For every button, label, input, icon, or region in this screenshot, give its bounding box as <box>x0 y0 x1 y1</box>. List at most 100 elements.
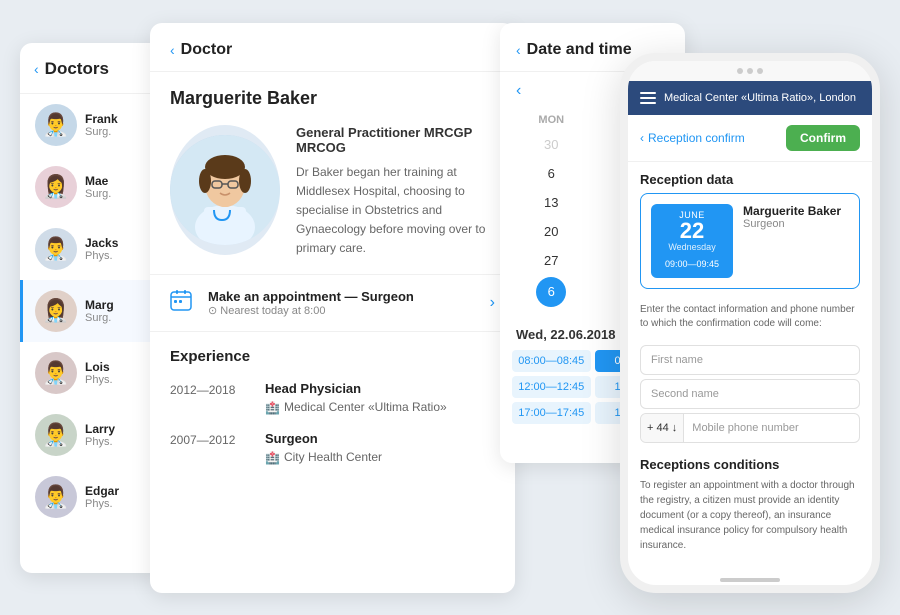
doctor-list-item[interactable]: 👩‍⚕️ Marg Surg. <box>20 280 165 342</box>
appointment-bar[interactable]: Make an appointment — Surgeon ⊙ Nearest … <box>150 274 515 332</box>
building-icon: 🏥 <box>265 451 280 465</box>
cal-cell[interactable]: 13 <box>512 190 591 215</box>
first-name-input[interactable]: First name <box>640 345 860 375</box>
doctor-list-item[interactable]: 👨‍⚕️ Larry Phys. <box>20 404 165 466</box>
doctor-list-item[interactable]: 👨‍⚕️ Frank Surg. <box>20 94 165 156</box>
confirm-button[interactable]: Confirm <box>786 125 860 151</box>
avatar-emoji: 👩‍⚕️ <box>42 298 69 324</box>
phone-clinic-name: Medical Center «Ultima Ratio», London <box>664 91 856 105</box>
doctor-avatar: 👨‍⚕️ <box>35 476 77 518</box>
doctor-name-large: Marguerite Baker <box>150 72 515 117</box>
doctors-panel-title: Doctors <box>45 59 109 79</box>
doctor-info-small: Larry Phys. <box>85 422 115 448</box>
exp-place: 🏥 City Health Center <box>265 450 495 465</box>
exp-role: Surgeon <box>265 431 495 446</box>
experience-section: Experience 2012—2018 Head Physician 🏥 Me… <box>150 332 515 497</box>
cal-cell[interactable]: 6 <box>536 277 566 307</box>
exp-details: Head Physician 🏥 Medical Center «Ultima … <box>265 381 495 415</box>
doctor-avatar: 👨‍⚕️ <box>35 228 77 270</box>
doctor-info-small: Frank Surg. <box>85 112 118 138</box>
doctor-spec-large: General Practitioner MRCGP MRCOG <box>296 125 495 155</box>
time-slot[interactable]: 17:00—17:45 <box>512 402 591 424</box>
doctor-list: 👨‍⚕️ Frank Surg. 👩‍⚕️ Mae Surg. 👨‍⚕️ Jac… <box>20 94 165 528</box>
hamburger-line-3 <box>640 102 656 104</box>
doctor-avatar: 👨‍⚕️ <box>35 352 77 394</box>
doctor-detail-back-chevron[interactable]: ‹ <box>170 42 175 58</box>
doctor-name-small: Lois <box>85 360 113 374</box>
phone-notice: Enter the contact information and phone … <box>628 299 872 341</box>
reception-data-card: JUNE 22 Wednesday 09:00—09:45 Marguerite… <box>640 193 860 289</box>
calendar-icon <box>170 289 198 317</box>
exp-item: 2012—2018 Head Physician 🏥 Medical Cente… <box>170 381 495 415</box>
reception-data-title: Reception data <box>628 162 872 193</box>
status-dot-2 <box>747 68 753 74</box>
cal-cell[interactable]: 30 <box>512 132 591 157</box>
hamburger-line-1 <box>640 92 656 94</box>
doctor-profile-section: General Practitioner MRCGP MRCOG Dr Bake… <box>150 117 515 275</box>
second-name-input[interactable]: Second name <box>640 379 860 409</box>
doctor-avatar: 👩‍⚕️ <box>35 290 77 332</box>
reception-doctor-spec: Surgeon <box>743 218 849 230</box>
doctor-avatar: 👩‍⚕️ <box>35 166 77 208</box>
doctor-avatar: 👨‍⚕️ <box>35 104 77 146</box>
phone-prefix: + 44 ↓ <box>641 414 684 442</box>
reception-doctor-info: Marguerite Baker Surgeon <box>743 204 849 230</box>
doctor-desc: General Practitioner MRCGP MRCOG Dr Bake… <box>296 125 495 259</box>
exp-list: 2012—2018 Head Physician 🏥 Medical Cente… <box>170 381 495 465</box>
datetime-title: Date and time <box>527 41 632 59</box>
doctors-back-chevron[interactable]: ‹ <box>34 61 39 77</box>
cal-cell[interactable]: 20 <box>512 219 591 244</box>
reception-back-btn[interactable]: ‹ Reception confirm <box>640 131 745 145</box>
avatar-emoji: 👨‍⚕️ <box>42 484 69 510</box>
doctor-info-small: Jacks Phys. <box>85 236 118 262</box>
doctor-name-small: Mae <box>85 174 111 188</box>
doctor-name-small: Frank <box>85 112 118 126</box>
doctor-detail-panel: ‹ Doctor Marguerite Baker <box>150 23 515 593</box>
doctor-name-small: Edgar <box>85 484 119 498</box>
doctor-spec-small: Phys. <box>85 374 113 386</box>
calendar-prev-btn[interactable]: ‹ <box>516 82 521 100</box>
doctor-spec-small: Phys. <box>85 436 115 448</box>
date-weekday: Wednesday <box>659 242 725 252</box>
appointment-sub: ⊙ Nearest today at 8:00 <box>208 304 414 317</box>
cal-cell[interactable]: 27 <box>512 248 591 273</box>
doctor-name-small: Jacks <box>85 236 118 250</box>
reception-header: ‹ Reception confirm Confirm <box>628 115 872 162</box>
doctor-photo-circle <box>170 135 280 245</box>
datetime-back-chevron[interactable]: ‹ <box>516 42 521 58</box>
date-day: 22 <box>659 220 725 242</box>
doctor-bio: Dr Baker began her training at Middlesex… <box>296 163 495 259</box>
doctor-spec-small: Phys. <box>85 250 118 262</box>
doctor-name-small: Larry <box>85 422 115 436</box>
doctor-list-item[interactable]: 👨‍⚕️ Jacks Phys. <box>20 218 165 280</box>
avatar-emoji: 👩‍⚕️ <box>42 174 69 200</box>
exp-role: Head Physician <box>265 381 495 396</box>
time-slot[interactable]: 08:00—08:45 <box>512 350 591 372</box>
cal-cell[interactable]: 6 <box>512 161 591 186</box>
cal-day-mon: MON <box>512 114 591 126</box>
doctor-info-small: Lois Phys. <box>85 360 113 386</box>
doctor-list-item[interactable]: 👨‍⚕️ Lois Phys. <box>20 342 165 404</box>
exp-years: 2007—2012 <box>170 431 245 465</box>
doctor-info-small: Mae Surg. <box>85 174 111 200</box>
avatar-emoji: 👨‍⚕️ <box>42 236 69 262</box>
conditions-title: Receptions conditions <box>628 447 872 478</box>
hamburger-icon[interactable] <box>640 92 656 104</box>
exp-place-name: City Health Center <box>284 450 382 464</box>
home-bar <box>720 578 780 582</box>
phone-number-input[interactable]: Mobile phone number <box>684 414 859 442</box>
doctor-avatar-svg <box>170 135 280 245</box>
doctor-spec-small: Phys. <box>85 498 119 510</box>
reception-back-label: Reception confirm <box>648 131 745 145</box>
phone-frame: Medical Center «Ultima Ratio», London ‹ … <box>620 53 880 593</box>
avatar-emoji: 👨‍⚕️ <box>42 360 69 386</box>
doctors-panel-header: ‹ Doctors <box>20 59 165 94</box>
phone-home-indicator <box>628 565 872 585</box>
exp-item: 2007—2012 Surgeon 🏥 City Health Center <box>170 431 495 465</box>
time-slot[interactable]: 12:00—12:45 <box>512 376 591 398</box>
doctor-spec-small: Surg. <box>85 312 114 324</box>
exp-place: 🏥 Medical Center «Ultima Ratio» <box>265 400 495 415</box>
doctor-list-item[interactable]: 👨‍⚕️ Edgar Phys. <box>20 466 165 528</box>
doctor-detail-header: ‹ Doctor <box>150 23 515 72</box>
doctor-list-item[interactable]: 👩‍⚕️ Mae Surg. <box>20 156 165 218</box>
